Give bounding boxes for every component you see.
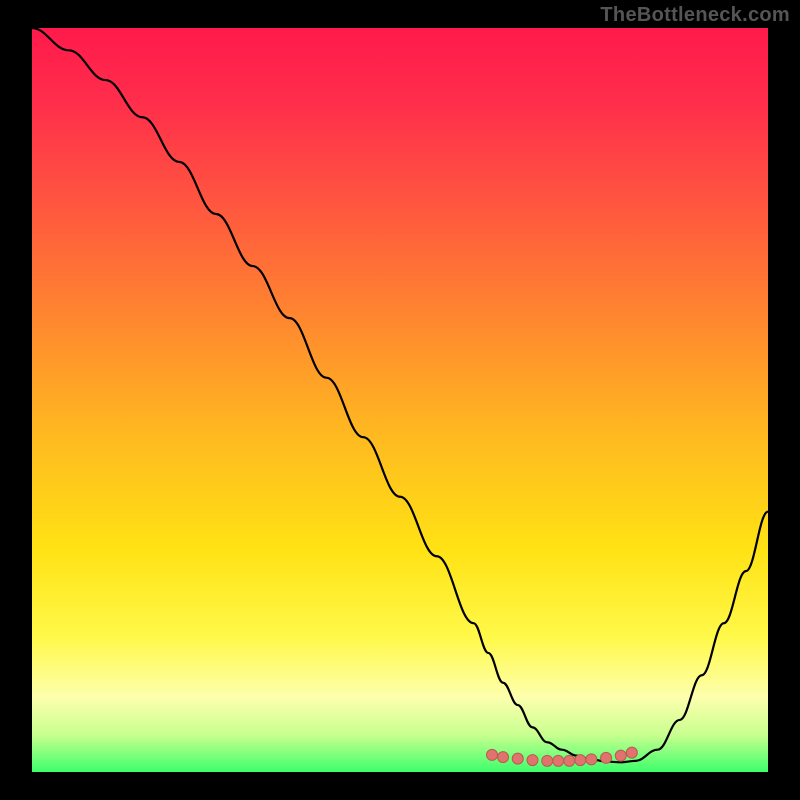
optimal-marker — [615, 750, 626, 761]
optimal-marker — [601, 752, 612, 763]
optimal-marker — [487, 749, 498, 760]
chart-frame: TheBottleneck.com — [0, 0, 800, 800]
gradient-background — [32, 28, 768, 772]
watermark-text: TheBottleneck.com — [600, 4, 790, 27]
optimal-marker — [498, 752, 509, 763]
optimal-marker — [626, 747, 637, 758]
optimal-marker — [542, 755, 553, 766]
chart-svg — [32, 28, 768, 772]
optimal-marker — [512, 753, 523, 764]
optimal-marker — [586, 754, 597, 765]
optimal-marker — [575, 755, 586, 766]
optimal-marker — [553, 755, 564, 766]
optimal-marker — [527, 755, 538, 766]
plot-area — [32, 28, 768, 772]
optimal-marker — [564, 755, 575, 766]
